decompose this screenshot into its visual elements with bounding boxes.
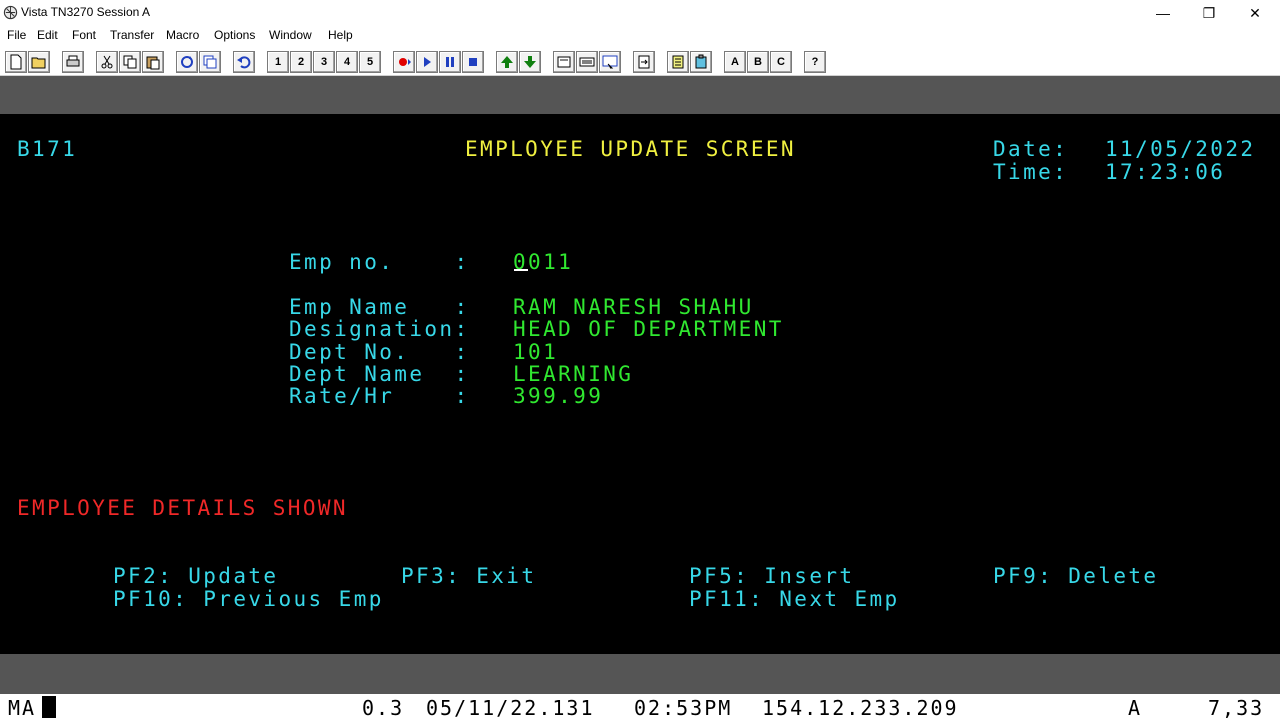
status-indicator: MA bbox=[8, 696, 37, 720]
pf10-previous-key[interactable]: PF10: Previous Emp bbox=[113, 588, 384, 610]
menu-font[interactable]: Font bbox=[72, 28, 96, 42]
screen-capture-icon[interactable] bbox=[599, 51, 621, 73]
minimize-button[interactable]: — bbox=[1140, 0, 1186, 26]
open-folder-icon[interactable] bbox=[28, 51, 50, 73]
menu-file[interactable]: File bbox=[7, 28, 26, 42]
pf11-next-key[interactable]: PF11: Next Emp bbox=[689, 588, 900, 610]
status-cursor-position: 7,33 bbox=[1208, 696, 1265, 720]
menu-bar: File Edit Font Transfer Macro Options Wi… bbox=[0, 26, 1280, 46]
terminal-bottom-border bbox=[0, 654, 1280, 694]
session-c-button[interactable]: C bbox=[770, 51, 792, 73]
status-clock: 02:53PM bbox=[634, 696, 733, 720]
pause-icon[interactable] bbox=[439, 51, 461, 73]
menu-window[interactable]: Window bbox=[269, 28, 312, 42]
terminal-top-border bbox=[0, 76, 1280, 114]
time-label: Time: bbox=[993, 160, 1069, 184]
emp-no-label: Emp no. : bbox=[289, 250, 470, 274]
emp-name-value: RAM NARESH SHAHU bbox=[513, 295, 754, 319]
keyboard-map-icon[interactable] bbox=[576, 51, 598, 73]
status-bar: MA 0.3 05/11/22.131 02:53PM 154.12.233.2… bbox=[0, 694, 1280, 720]
app-icon bbox=[3, 5, 18, 20]
dept-no-label: Dept No. : bbox=[289, 340, 470, 364]
status-datestamp: 05/11/22.131 bbox=[426, 696, 595, 720]
paste-icon[interactable] bbox=[142, 51, 164, 73]
undo-icon[interactable] bbox=[233, 51, 255, 73]
pf3-exit-key[interactable]: PF3: Exit bbox=[401, 565, 536, 587]
status-mode: A bbox=[1128, 696, 1143, 720]
arrow-up-icon[interactable] bbox=[496, 51, 518, 73]
status-version: 0.3 bbox=[362, 696, 405, 720]
rate-value: 399.99 bbox=[513, 384, 604, 408]
menu-macro[interactable]: Macro bbox=[166, 28, 199, 42]
date-label: Date: bbox=[993, 137, 1069, 161]
stop-icon[interactable] bbox=[462, 51, 484, 73]
close-button[interactable]: ✕ bbox=[1232, 0, 1278, 26]
pf2-update-key[interactable]: PF2: Update bbox=[113, 565, 278, 587]
arrow-down-icon[interactable] bbox=[519, 51, 541, 73]
menu-options[interactable]: Options bbox=[214, 28, 255, 42]
menu-help[interactable]: Help bbox=[328, 28, 353, 42]
status-cursor-block bbox=[42, 696, 56, 718]
notes-icon[interactable] bbox=[667, 51, 689, 73]
refresh-icon[interactable] bbox=[176, 51, 198, 73]
play-icon[interactable] bbox=[416, 51, 438, 73]
new-file-icon[interactable] bbox=[5, 51, 27, 73]
text-cursor bbox=[514, 269, 528, 271]
transaction-id: B171 bbox=[17, 137, 78, 161]
date-value: 11/05/2022 bbox=[1105, 137, 1256, 161]
print-icon[interactable] bbox=[62, 51, 84, 73]
screen-title: EMPLOYEE UPDATE SCREEN bbox=[465, 137, 796, 161]
copy-icon[interactable] bbox=[119, 51, 141, 73]
menu-edit[interactable]: Edit bbox=[37, 28, 58, 42]
macro-2-button[interactable]: 2 bbox=[290, 51, 312, 73]
terminal-screen[interactable]: B171 EMPLOYEE UPDATE SCREEN Date: 11/05/… bbox=[0, 114, 1280, 654]
menu-transfer[interactable]: Transfer bbox=[110, 28, 154, 42]
macro-5-button[interactable]: 5 bbox=[359, 51, 381, 73]
window-title: Vista TN3270 Session A bbox=[21, 5, 150, 19]
transfer-icon[interactable] bbox=[199, 51, 221, 73]
pf5-insert-key[interactable]: PF5: Insert bbox=[689, 565, 854, 587]
title-bar: Vista TN3270 Session A — ❐ ✕ bbox=[0, 0, 1280, 26]
rate-label: Rate/Hr : bbox=[289, 384, 470, 408]
macro-4-button[interactable]: 4 bbox=[336, 51, 358, 73]
dept-name-value: LEARNING bbox=[513, 362, 634, 386]
record-icon[interactable] bbox=[393, 51, 415, 73]
macro-1-button[interactable]: 1 bbox=[267, 51, 289, 73]
cut-icon[interactable] bbox=[96, 51, 118, 73]
session-b-button[interactable]: B bbox=[747, 51, 769, 73]
time-value: 17:23:06 bbox=[1105, 160, 1226, 184]
session-a-button[interactable]: A bbox=[724, 51, 746, 73]
clipboard-icon[interactable] bbox=[690, 51, 712, 73]
designation-label: Designation: bbox=[289, 317, 470, 341]
dept-name-label: Dept Name : bbox=[289, 362, 470, 386]
designation-value: HEAD OF DEPARTMENT bbox=[513, 317, 784, 341]
status-message: EMPLOYEE DETAILS SHOWN bbox=[17, 496, 348, 520]
dept-no-value: 101 bbox=[513, 340, 559, 364]
toolbar: 1 2 3 4 5 A B C ? bbox=[0, 46, 1280, 76]
pf9-delete-key[interactable]: PF9: Delete bbox=[993, 565, 1158, 587]
file-transfer-icon[interactable] bbox=[633, 51, 655, 73]
status-ip: 154.12.233.209 bbox=[762, 696, 959, 720]
macro-3-button[interactable]: 3 bbox=[313, 51, 335, 73]
settings-icon[interactable] bbox=[553, 51, 575, 73]
restore-button[interactable]: ❐ bbox=[1186, 0, 1232, 26]
help-button[interactable]: ? bbox=[804, 51, 826, 73]
emp-name-label: Emp Name : bbox=[289, 295, 470, 319]
